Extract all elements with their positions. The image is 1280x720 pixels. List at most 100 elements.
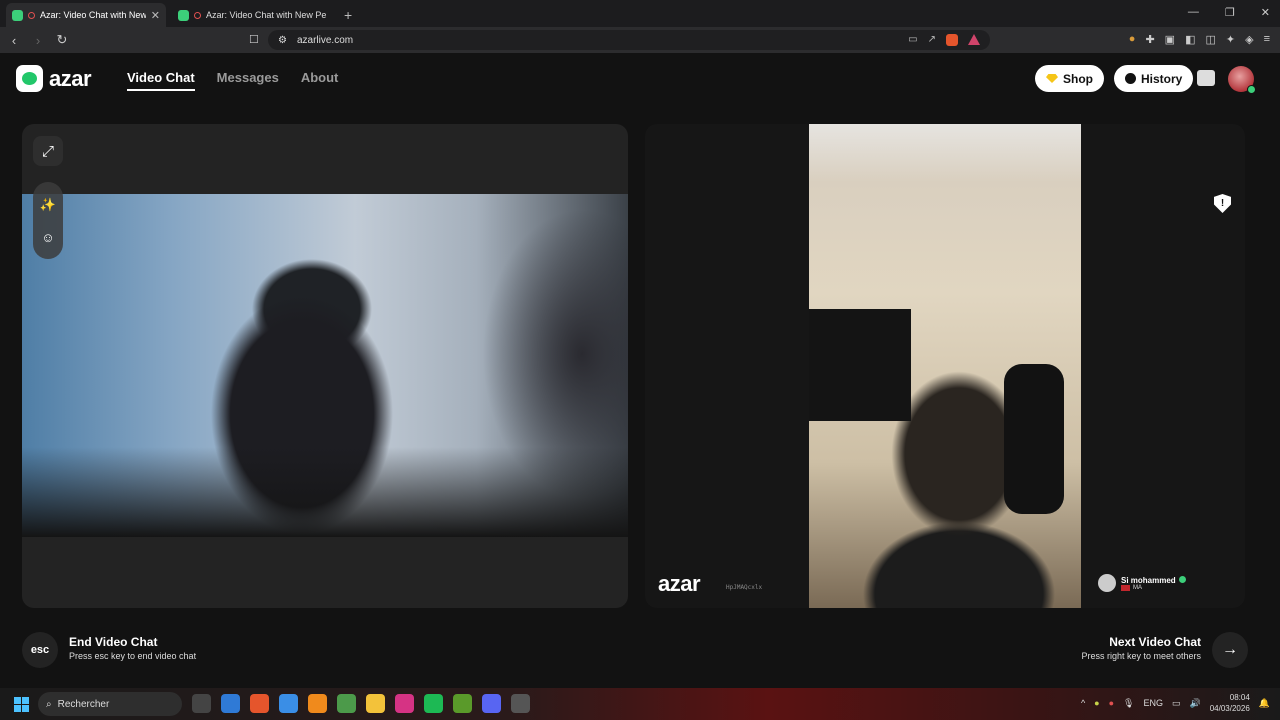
puzzle-icon[interactable]: ✚ xyxy=(1145,33,1154,46)
magic-wand-icon[interactable]: ✨ xyxy=(40,197,56,213)
taskbar-apps xyxy=(192,694,530,713)
bookmark-icon[interactable]: ☐ xyxy=(249,33,259,46)
browser-toolbar: ‹ › ↻ ⚙ azarlive.com ▭ ↗ xyxy=(0,27,1280,53)
extensions-row: ● ✚ ▣ ◧ ◫ ✦ ◈ ≡ xyxy=(1129,33,1270,46)
next-chat-button[interactable]: → xyxy=(1212,632,1248,668)
brave-shields-icon[interactable] xyxy=(946,34,958,46)
clock-icon xyxy=(1125,73,1136,84)
reload-icon[interactable]: ↻ xyxy=(52,32,72,48)
brave-icon[interactable] xyxy=(250,694,269,713)
network-icon[interactable]: ▭ xyxy=(1172,698,1181,709)
background-chair xyxy=(1004,364,1064,514)
spotify-icon[interactable] xyxy=(424,694,443,713)
tray-app-icon[interactable]: ● xyxy=(1109,698,1114,708)
nav-video-chat[interactable]: Video Chat xyxy=(127,70,195,91)
vpn-icon[interactable]: ◈ xyxy=(1245,33,1253,46)
history-button[interactable]: History xyxy=(1114,65,1194,92)
online-status-icon xyxy=(1247,85,1256,94)
windows-taskbar: ⌕ Rechercher ^ ● ● 🎙 ENG ▭ 🔊 08:04 04/03… xyxy=(0,688,1280,720)
azar-watermark: azar xyxy=(658,571,701,596)
tab-title: Azar: Video Chat with New People xyxy=(40,10,146,20)
vlc-icon[interactable] xyxy=(308,694,327,713)
menu-icon[interactable]: ≡ xyxy=(1264,33,1270,46)
url-text: azarlive.com xyxy=(296,34,354,46)
partner-camera-feed xyxy=(809,124,1081,608)
gem-icon xyxy=(1046,74,1058,83)
extension-icon[interactable]: ● xyxy=(1129,33,1136,46)
steam-icon[interactable] xyxy=(511,694,530,713)
history-label: History xyxy=(1141,71,1183,86)
close-tab-icon[interactable]: ✕ xyxy=(151,9,160,22)
instagram-icon[interactable] xyxy=(395,694,414,713)
clock[interactable]: 08:04 04/03/2026 xyxy=(1210,692,1250,714)
minimize-icon[interactable]: — xyxy=(1188,6,1199,19)
verified-icon xyxy=(1178,575,1186,583)
file-explorer-icon[interactable] xyxy=(366,694,385,713)
omnibox-actions: ▭ ↗ xyxy=(908,34,980,46)
partner-video-panel: azar HpJMAQcxlx Si mohammed MA xyxy=(645,124,1245,608)
cast-icon[interactable]: ▭ xyxy=(908,34,917,46)
background-tv xyxy=(809,309,911,421)
tray-overflow-icon[interactable]: ^ xyxy=(1081,698,1085,708)
restore-icon[interactable]: ❐ xyxy=(1225,6,1235,19)
nav-messages[interactable]: Messages xyxy=(217,70,279,91)
recording-icon xyxy=(28,11,35,19)
face-filter-icon[interactable]: ☺ xyxy=(41,230,54,245)
media-player-icon[interactable] xyxy=(453,694,472,713)
close-window-icon[interactable]: ✕ xyxy=(1261,6,1270,19)
tab-azar-active[interactable]: Azar: Video Chat with New People ✕ xyxy=(6,3,166,27)
azar-logo[interactable]: azar xyxy=(16,65,92,92)
system-tray: ^ ● ● 🎙 ENG ▭ 🔊 08:04 04/03/2026 🔔 xyxy=(1081,692,1270,714)
new-tab-button[interactable]: + xyxy=(344,7,352,23)
site-settings-icon[interactable]: ⚙ xyxy=(278,35,287,46)
nav-about[interactable]: About xyxy=(301,70,339,91)
azar-logo-icon xyxy=(16,65,43,92)
inbox-icon[interactable] xyxy=(1197,70,1215,86)
watermark-id: HpJMAQcxlx xyxy=(726,584,763,591)
partner-avatar xyxy=(1098,574,1116,592)
sidebar-icon[interactable]: ◧ xyxy=(1185,33,1195,46)
azar-app: azar Video Chat Messages About Shop Hist… xyxy=(0,53,1280,688)
main-nav: Video Chat Messages About xyxy=(127,70,338,91)
taskbar-search[interactable]: ⌕ Rechercher xyxy=(38,692,182,716)
browser-tabbar: Azar: Video Chat with New People ✕ Azar:… xyxy=(0,0,1280,27)
partner-name: Si mohammed xyxy=(1121,575,1176,585)
self-video-panel: ⤢ ✨ ☺ xyxy=(22,124,628,608)
expand-icon[interactable]: ⤢ xyxy=(33,136,63,166)
store-icon[interactable] xyxy=(279,694,298,713)
share-icon[interactable]: ↗ xyxy=(928,34,936,46)
search-icon: ⌕ xyxy=(46,698,52,710)
leo-icon[interactable]: ✦ xyxy=(1226,33,1235,46)
defender-icon[interactable] xyxy=(221,694,240,713)
azar-favicon-icon xyxy=(178,9,189,21)
notification-icon[interactable]: 🔔 xyxy=(1259,698,1270,709)
search-placeholder: Rechercher xyxy=(57,698,110,710)
self-camera-feed xyxy=(22,194,628,537)
address-bar[interactable]: ⚙ azarlive.com ▭ ↗ xyxy=(268,30,990,50)
window-controls: — ❐ ✕ xyxy=(1188,6,1270,19)
shop-label: Shop xyxy=(1063,71,1093,86)
discord-icon[interactable] xyxy=(482,694,501,713)
language-indicator[interactable]: ENG xyxy=(1143,698,1163,708)
windows-start-icon[interactable] xyxy=(14,697,29,712)
next-chat-hint: Press right key to meet others xyxy=(1081,651,1201,661)
partner-country: MA xyxy=(1133,584,1142,591)
end-chat-title: End Video Chat xyxy=(69,635,158,649)
task-view-icon[interactable] xyxy=(192,694,211,713)
tab-azar-second[interactable]: Azar: Video Chat with New People xyxy=(172,3,332,27)
forward-icon[interactable]: › xyxy=(28,33,48,48)
clock-time: 08:04 xyxy=(1229,693,1250,702)
wallet-icon[interactable]: ▣ xyxy=(1165,33,1175,46)
user-avatar[interactable] xyxy=(1228,66,1256,94)
brave-rewards-icon[interactable] xyxy=(968,34,980,45)
partner-info[interactable]: Si mohammed MA xyxy=(1098,574,1186,592)
chrome-icon[interactable] xyxy=(337,694,356,713)
volume-icon[interactable]: 🔊 xyxy=(1190,698,1201,709)
end-chat-button[interactable]: esc xyxy=(22,632,58,668)
back-icon[interactable]: ‹ xyxy=(4,33,24,48)
shop-button[interactable]: Shop xyxy=(1035,65,1104,92)
tray-app-icon[interactable]: ● xyxy=(1094,698,1099,708)
reading-icon[interactable]: ◫ xyxy=(1205,33,1215,46)
microphone-icon[interactable]: 🎙 xyxy=(1123,698,1134,709)
recording-icon xyxy=(194,11,201,19)
